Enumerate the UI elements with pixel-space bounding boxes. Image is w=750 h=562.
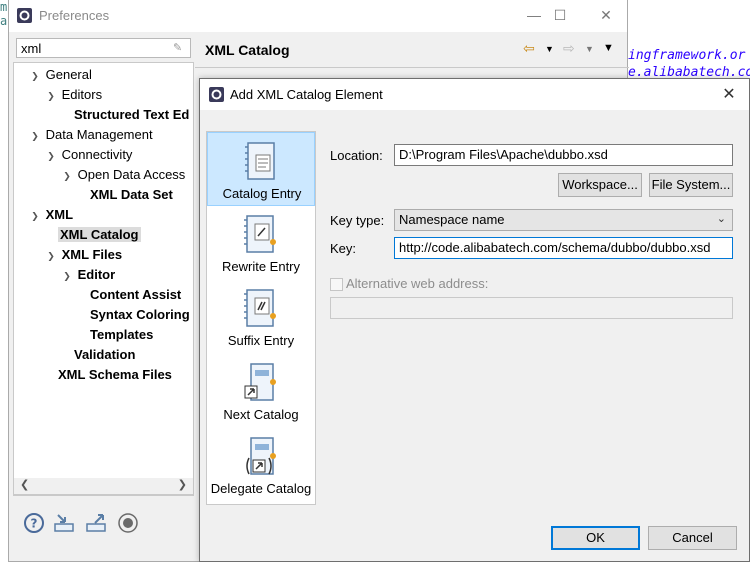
collapse-icon[interactable]: ❯ <box>44 86 58 106</box>
maximize-button[interactable]: ☐ <box>537 0 583 30</box>
editor-code-line: ingframework.or <box>628 48 746 63</box>
tree-item-structured-text-editors[interactable]: Structured Text Ed <box>74 105 189 125</box>
delegate-catalog-icon <box>246 437 276 475</box>
alternative-web-address-label: Alternative web address: <box>346 276 489 291</box>
back-icon[interactable]: ⇦ <box>523 40 535 57</box>
file-system-button[interactable]: File System... <box>649 173 733 197</box>
catalog-element-type-list: Catalog Entry Rewrite Entry Suffix Entry <box>206 131 316 505</box>
forward-icon[interactable]: ⇨ <box>563 40 575 57</box>
help-icon[interactable]: ? <box>23 512 45 534</box>
collapse-icon[interactable]: ❯ <box>28 126 42 146</box>
next-catalog-icon <box>244 363 276 401</box>
collapse-icon[interactable]: ❯ <box>28 66 42 86</box>
tree-item-xml-data-set[interactable]: XML Data Set <box>90 185 173 205</box>
collapse-icon[interactable]: ❯ <box>28 206 42 226</box>
category-label: Next Catalog <box>223 407 299 422</box>
ok-button[interactable]: OK <box>551 526 640 550</box>
tree-item-xml-files[interactable]: ❯ XML Files <box>44 245 122 265</box>
key-type-label: Key type: <box>330 213 385 228</box>
back-dropdown-icon[interactable]: ▼ <box>545 44 554 54</box>
eclipse-icon <box>209 87 224 102</box>
page-header: XML Catalog ⇦ ▼ ⇨ ▼ ▼ <box>195 32 629 68</box>
tree-item-xml-catalog[interactable]: XML Catalog <box>58 225 141 245</box>
tree-item-editors[interactable]: ❯ Editors <box>44 85 102 105</box>
cancel-button[interactable]: Cancel <box>648 526 737 550</box>
scroll-right-icon[interactable]: ❯ <box>178 478 187 491</box>
record-icon[interactable] <box>117 512 139 534</box>
preferences-titlebar: Preferences — ☐ ✕ <box>9 0 627 32</box>
scroll-left-icon[interactable]: ❮ <box>20 478 29 491</box>
catalog-entry-icon <box>245 142 275 180</box>
category-suffix-entry[interactable]: Suffix Entry <box>207 280 315 354</box>
filter-input[interactable]: xml ✎ <box>16 38 191 58</box>
collapse-icon[interactable]: ❯ <box>60 166 74 186</box>
tree-item-data-management[interactable]: ❯ Data Management <box>28 125 152 146</box>
filter-input-value: xml <box>21 41 42 56</box>
category-label: Rewrite Entry <box>221 259 301 274</box>
tree-horizontal-scrollbar[interactable]: ❮ ❯ <box>13 478 194 495</box>
dialog-titlebar: Add XML Catalog Element ✕ <box>200 79 749 110</box>
svg-text:?: ? <box>31 517 38 531</box>
tree-item-templates[interactable]: Templates <box>90 325 153 345</box>
category-rewrite-entry[interactable]: Rewrite Entry <box>207 206 315 280</box>
tree-item-general[interactable]: ❯ General <box>28 65 92 85</box>
window-title: Preferences <box>39 8 110 23</box>
dialog-close-button[interactable]: ✕ <box>711 79 747 109</box>
forward-dropdown-icon[interactable]: ▼ <box>585 44 594 54</box>
dialog-title: Add XML Catalog Element <box>230 87 383 102</box>
import-icon[interactable] <box>53 512 75 534</box>
key-field[interactable]: http://code.alibabatech.com/schema/dubbo… <box>394 237 733 259</box>
category-delegate-catalog[interactable]: Delegate Catalog <box>207 428 315 502</box>
preferences-tree: ❯ General ❯ Editors Structured Text Ed ❯… <box>13 62 194 496</box>
tree-item-xml-schema-files[interactable]: XML Schema Files <box>58 365 172 385</box>
workspace-button[interactable]: Workspace... <box>558 173 642 197</box>
collapse-icon[interactable]: ❯ <box>44 246 58 266</box>
tree-item-editor[interactable]: ❯ Editor <box>60 265 115 285</box>
suffix-entry-icon <box>244 289 276 327</box>
location-field[interactable]: D:\Program Files\Apache\dubbo.xsd <box>394 144 733 166</box>
add-xml-catalog-element-dialog: Add XML Catalog Element ✕ Catalog Entry … <box>199 78 750 562</box>
rewrite-entry-icon <box>244 215 276 253</box>
key-type-value: Namespace name <box>399 212 505 227</box>
key-type-select[interactable]: Namespace name ⌄ <box>394 209 733 231</box>
category-label: Suffix Entry <box>227 333 295 348</box>
tree-item-syntax-coloring[interactable]: Syntax Coloring <box>90 305 190 325</box>
tree-item-open-data-access[interactable]: ❯ Open Data Access <box>60 165 185 185</box>
category-label: Catalog Entry <box>222 186 302 201</box>
category-next-catalog[interactable]: Next Catalog <box>207 354 315 428</box>
alternative-web-address-checkbox[interactable] <box>330 278 343 291</box>
eclipse-icon <box>17 8 32 23</box>
collapse-icon[interactable]: ❯ <box>60 266 74 286</box>
tree-item-content-assist[interactable]: Content Assist <box>90 285 181 305</box>
header-divider <box>195 67 629 68</box>
tree-item-connectivity[interactable]: ❯ Connectivity <box>44 145 132 165</box>
location-label: Location: <box>330 148 383 163</box>
chevron-down-icon: ⌄ <box>716 213 726 225</box>
view-menu-icon[interactable]: ▼ <box>603 42 614 54</box>
key-label: Key: <box>330 241 357 256</box>
collapse-icon[interactable]: ❯ <box>44 146 58 166</box>
tree-item-xml[interactable]: ❯ XML <box>28 205 73 225</box>
clear-filter-icon[interactable]: ✎ <box>173 41 187 55</box>
export-icon[interactable] <box>85 512 107 534</box>
alternative-web-address-field[interactable] <box>330 297 733 319</box>
category-label: Delegate Catalog <box>210 481 312 496</box>
close-button[interactable]: ✕ <box>583 0 629 30</box>
tree-item-validation[interactable]: Validation <box>74 345 135 365</box>
category-catalog-entry[interactable]: Catalog Entry <box>207 132 315 206</box>
page-title: XML Catalog <box>205 42 290 58</box>
